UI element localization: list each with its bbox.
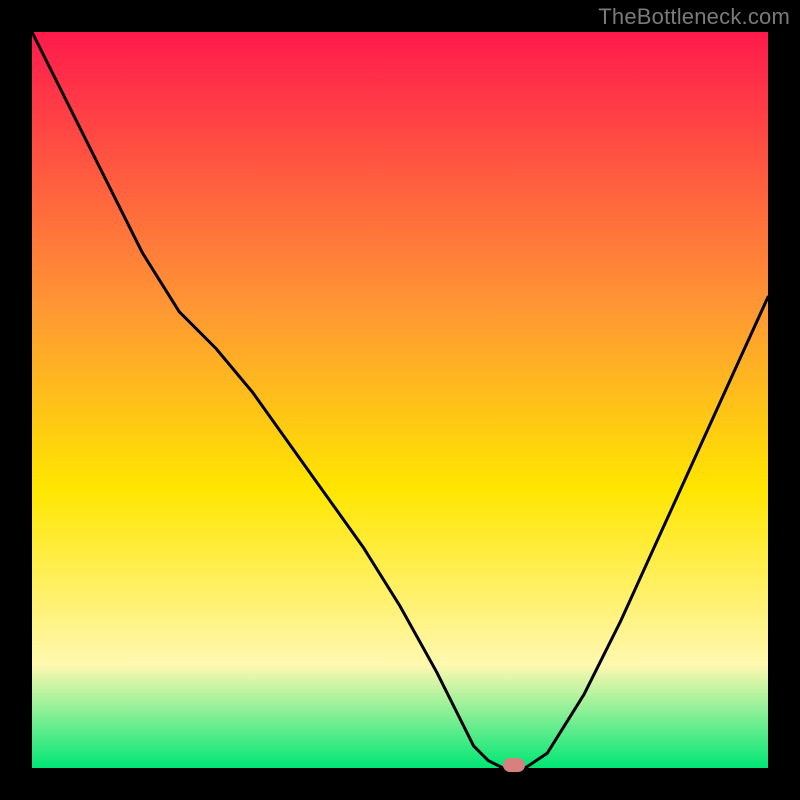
gradient-background xyxy=(32,32,768,768)
chart-svg xyxy=(32,32,768,768)
watermark-text: TheBottleneck.com xyxy=(598,4,790,30)
plot-area xyxy=(32,32,768,768)
chart-frame: TheBottleneck.com xyxy=(0,0,800,800)
optimal-marker xyxy=(503,758,525,772)
